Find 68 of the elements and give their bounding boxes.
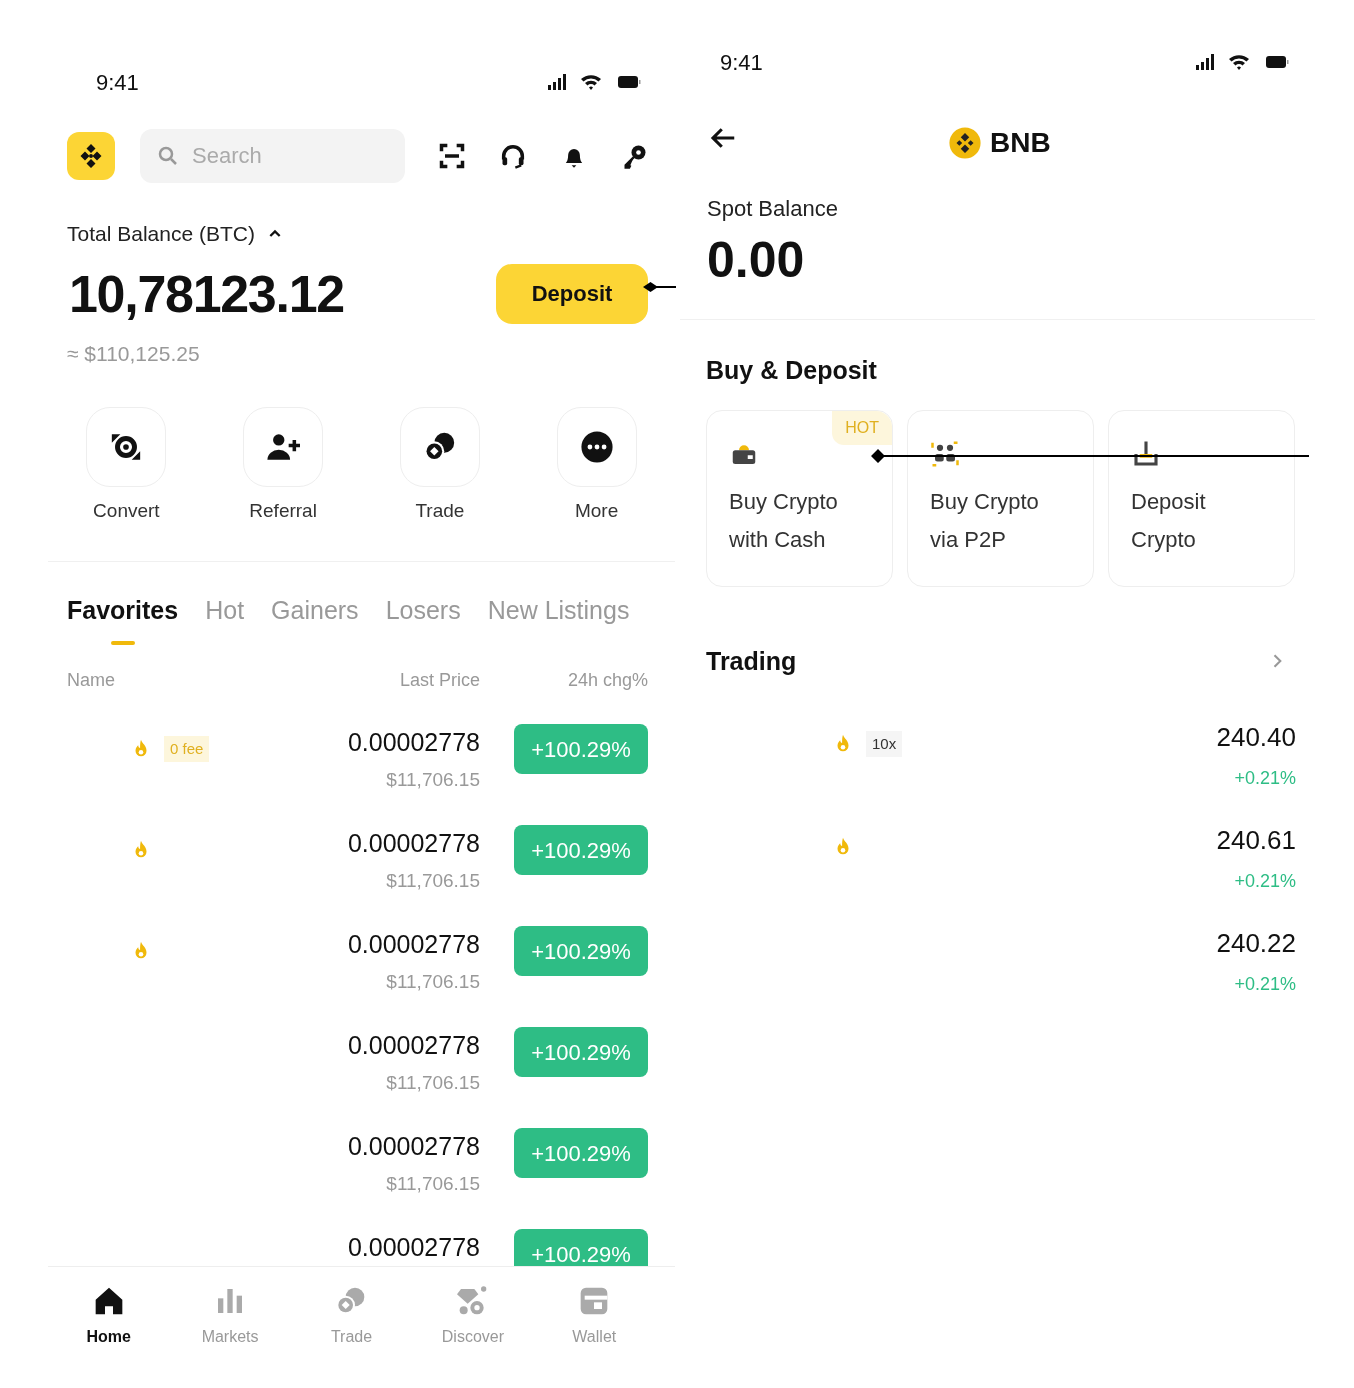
column-header: Name: [67, 669, 115, 692]
nav-tab[interactable]: Trade: [290, 1285, 413, 1381]
price-change: +0.21%: [1234, 767, 1296, 790]
price-change: +0.21%: [1234, 870, 1296, 893]
market-tab[interactable]: Hot: [205, 591, 245, 645]
market-tab[interactable]: New Listings: [487, 591, 630, 645]
referral-button[interactable]: [243, 407, 324, 487]
leverage-tag: 10x: [866, 730, 903, 758]
nav-tab[interactable]: Home: [48, 1285, 170, 1381]
balance-amount: 10,78123.12: [69, 267, 344, 320]
change-badge: +100.29%: [514, 1229, 648, 1266]
search-field[interactable]: Search: [140, 129, 405, 183]
more-button[interactable]: [556, 407, 637, 487]
market-tab[interactable]: Losers: [385, 591, 461, 645]
deposit-button[interactable]: Deposit: [496, 263, 648, 324]
page-title: BNB: [990, 126, 1051, 160]
nav-tab[interactable]: Discover: [412, 1285, 534, 1381]
last-price: 0.00002778: [347, 1131, 480, 1162]
last-price: 0.00002778: [347, 1232, 480, 1263]
change-badge: +100.29%: [514, 825, 648, 875]
fee-tag: 0 fee: [164, 735, 210, 763]
last-price: 0.00002778: [347, 828, 480, 859]
nav-tab[interactable]: Wallet: [533, 1285, 655, 1381]
shortcut-label: Convert: [93, 499, 160, 523]
fiat-price: $11,706.15: [386, 1070, 480, 1095]
last-price: 0.00002778: [347, 929, 480, 960]
section-title: Buy & Deposit: [705, 355, 878, 386]
last-price: 240.22: [1216, 927, 1296, 960]
last-price: 0.00002778: [347, 1030, 480, 1061]
fiat-price: $11,706.15: [386, 767, 480, 792]
change-badge: +100.29%: [514, 1027, 648, 1077]
hot-badge: HOT: [832, 410, 892, 445]
status-time: 9:41: [720, 48, 763, 77]
more-icon: [579, 430, 614, 464]
fiat-price: $11,706.15: [386, 868, 480, 893]
change-badge: +100.29%: [514, 926, 648, 976]
price-change: +0.21%: [1234, 973, 1296, 996]
market-tab[interactable]: Favorites: [67, 591, 179, 645]
last-price: 240.61: [1216, 824, 1296, 857]
coin-icon: [948, 126, 982, 160]
card-label: Buy Crypto via P2P: [930, 487, 1040, 554]
balance-label: Total Balance (BTC): [67, 221, 255, 247]
option-card[interactable]: HOT Buy Crypto with Cash: [706, 409, 893, 587]
change-badge: +100.29%: [514, 724, 648, 774]
shortcut-label: Trade: [415, 499, 465, 523]
trade-button[interactable]: [399, 407, 480, 487]
column-header: 24h chg%: [566, 669, 648, 692]
shortcut-label: More: [574, 499, 619, 523]
last-price: 240.40: [1216, 721, 1296, 754]
balance-fiat: ≈ $110,125.25: [66, 340, 201, 367]
discover-icon: [456, 1285, 489, 1317]
section-title: Trading: [706, 645, 797, 677]
change-badge: +100.29%: [514, 1128, 648, 1178]
fiat-price: $11,706.15: [386, 969, 480, 994]
convert-button[interactable]: [86, 407, 167, 487]
card-label: Deposit Crypto: [1131, 487, 1207, 554]
last-price: 0.00002778: [347, 727, 480, 758]
nav-tab[interactable]: Markets: [169, 1285, 291, 1381]
market-tab[interactable]: Gainers: [271, 591, 359, 645]
headset-icon[interactable]: [499, 142, 527, 170]
column-header: Last Price: [399, 669, 480, 692]
spot-balance-amount: 0.00: [706, 235, 806, 285]
card-label: Buy Crypto with Cash: [729, 487, 839, 554]
shortcut-label: Referral: [249, 499, 317, 523]
scan-icon[interactable]: [438, 142, 466, 170]
status-time: 9:41: [96, 68, 139, 97]
spot-balance-label: Spot Balance: [706, 195, 839, 223]
fiat-price: $11,706.15: [386, 1171, 480, 1196]
